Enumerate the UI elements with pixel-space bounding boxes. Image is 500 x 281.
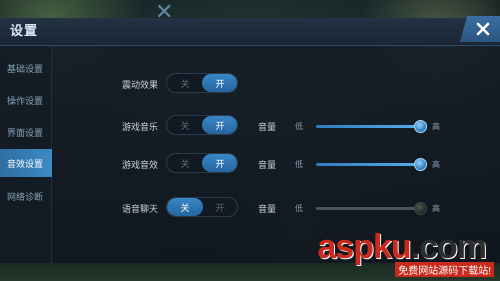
sfx-volume-fill (316, 163, 420, 166)
voice-volume-high: 高 (432, 204, 440, 213)
tab-control-settings[interactable]: 操作设置 (0, 86, 52, 114)
vibration-off-option[interactable]: 关 (167, 74, 203, 92)
voice-chat-on-option[interactable]: 开 (202, 198, 237, 216)
vibration-toggle[interactable]: 关 开 (166, 73, 238, 93)
tab-label: 基础设置 (7, 64, 44, 75)
page-title: 设置 (10, 24, 39, 39)
tab-sound-settings[interactable]: 音效设置 (0, 149, 52, 177)
voice-volume-low: 低 (295, 204, 303, 213)
sfx-volume-high: 高 (432, 160, 440, 169)
music-label: 游戏音乐 (121, 123, 158, 133)
settings-panel (0, 18, 500, 263)
close-icon (476, 22, 490, 36)
music-volume-low: 低 (295, 122, 303, 131)
music-toggle[interactable]: 关 开 (166, 115, 238, 135)
tab-label: 音效设置 (7, 159, 44, 170)
tab-network-diagnosis[interactable]: 网络诊断 (0, 182, 52, 210)
music-volume-handle[interactable] (414, 120, 427, 133)
settings-sidebar: 基础设置 操作设置 界面设置 音效设置 网络诊断 (0, 46, 52, 263)
music-volume-high: 高 (432, 122, 440, 131)
voice-volume-slider[interactable] (316, 202, 427, 215)
tab-label: 操作设置 (7, 96, 44, 107)
tab-interface-settings[interactable]: 界面设置 (0, 118, 52, 146)
music-on-option[interactable]: 开 (202, 116, 237, 134)
sfx-volume-handle[interactable] (414, 158, 427, 171)
tab-label: 网络诊断 (7, 192, 44, 203)
sfx-toggle[interactable]: 关 开 (166, 153, 238, 173)
settings-header (0, 18, 500, 46)
watermark-tld: .com (410, 228, 487, 266)
tab-basic-settings[interactable]: 基础设置 (0, 54, 52, 82)
voice-volume-fill (316, 207, 420, 210)
voice-chat-label: 语音聊天 (121, 205, 158, 215)
music-volume-slider[interactable] (316, 120, 427, 133)
watermark-brand: aspku (317, 228, 411, 266)
tab-label: 界面设置 (7, 128, 44, 139)
vibration-label: 震动效果 (121, 81, 158, 91)
sfx-volume-slider[interactable] (316, 158, 427, 171)
sfx-volume-low: 低 (295, 160, 303, 169)
voice-volume-label: 音量 (258, 205, 277, 215)
sfx-volume-label: 音量 (258, 161, 277, 171)
music-volume-label: 音量 (258, 123, 277, 133)
vibration-on-option[interactable]: 开 (202, 74, 237, 92)
watermark-tagline: 免费网站源码下载站! (395, 262, 494, 277)
sfx-label: 游戏音效 (121, 161, 158, 171)
sfx-off-option[interactable]: 关 (167, 154, 203, 172)
sfx-on-option[interactable]: 开 (202, 154, 237, 172)
voice-chat-off-option[interactable]: 关 (167, 198, 203, 216)
voice-volume-handle[interactable] (414, 202, 427, 215)
music-off-option[interactable]: 关 (167, 116, 203, 134)
music-volume-fill (316, 125, 420, 128)
voice-chat-toggle[interactable]: 关 开 (166, 197, 238, 217)
